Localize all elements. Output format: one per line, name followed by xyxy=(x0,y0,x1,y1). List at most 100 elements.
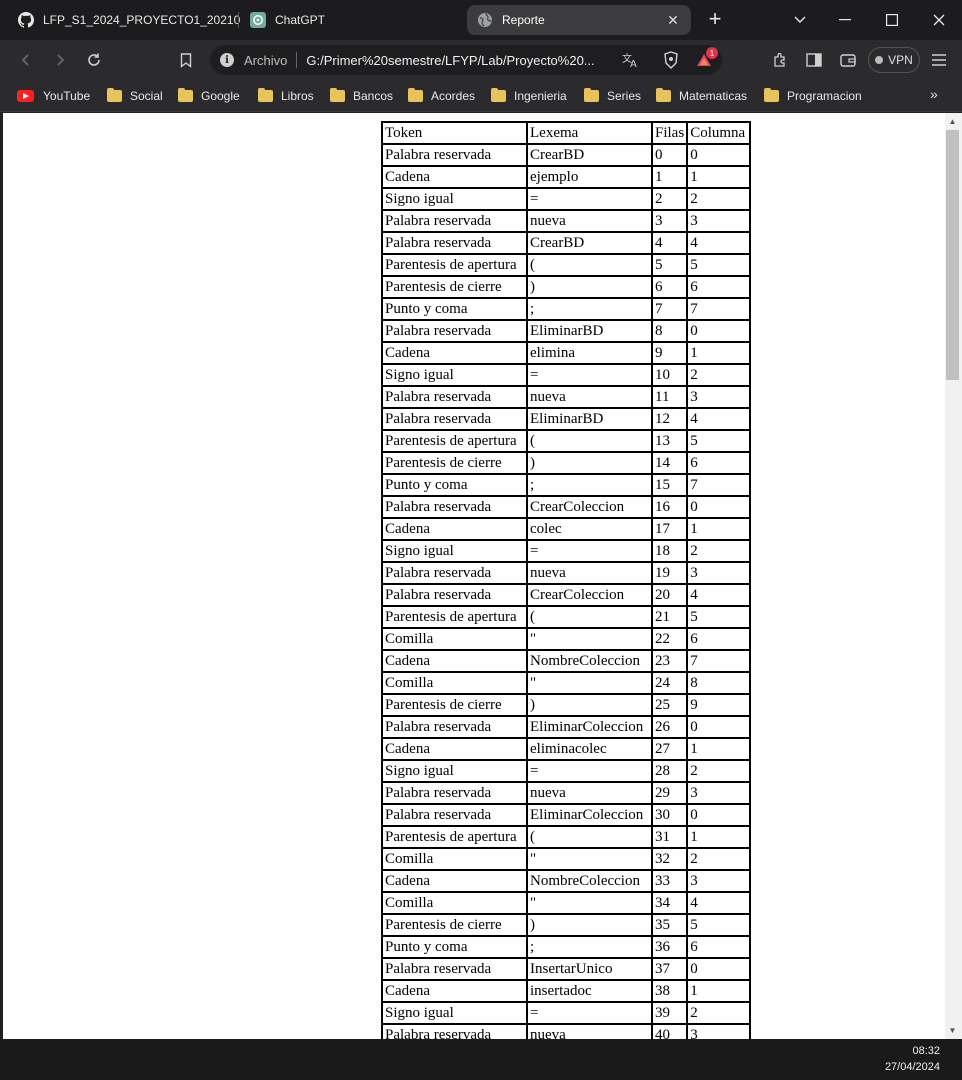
system-clock[interactable]: 08:32 27/04/2024 xyxy=(885,1043,940,1075)
cell-columna: 6 xyxy=(688,453,752,475)
cell-token: Palabra reservada xyxy=(383,1025,528,1039)
bookmark-icon[interactable] xyxy=(174,48,198,72)
cell-token: Cadena xyxy=(383,739,528,761)
cell-fila: 39 xyxy=(653,1003,689,1025)
cell-lexema: = xyxy=(528,761,653,783)
cell-fila: 25 xyxy=(653,695,689,717)
cell-columna: 3 xyxy=(688,211,752,233)
new-tab-button[interactable]: + xyxy=(703,8,727,32)
cell-token: Palabra reservada xyxy=(383,321,528,343)
cell-lexema: eliminacolec xyxy=(528,739,653,761)
scroll-up-arrow-icon[interactable]: ▲ xyxy=(945,114,960,129)
info-icon[interactable]: i xyxy=(220,53,234,67)
cell-columna: 0 xyxy=(688,959,752,981)
maximize-button[interactable] xyxy=(877,8,907,32)
cell-columna: 4 xyxy=(688,233,752,255)
title-bar: LFP_S1_2024_PROYECTO1_2021000 ChatGPT Re… xyxy=(0,0,962,40)
cell-columna: 6 xyxy=(688,277,752,299)
cell-token: Parentesis de apertura xyxy=(383,431,528,453)
cell-lexema: CrearBD xyxy=(528,145,653,167)
cell-columna: 6 xyxy=(688,629,752,651)
table-row: Punto y coma; 15 7 xyxy=(383,475,752,497)
cell-lexema: elimina xyxy=(528,343,653,365)
cell-lexema: ( xyxy=(528,431,653,453)
cell-lexema: EliminarBD xyxy=(528,321,653,343)
cell-columna: 2 xyxy=(688,849,752,871)
header-filas: Filas xyxy=(653,123,689,145)
vpn-button[interactable]: VPN xyxy=(868,47,920,73)
forward-arrow-icon[interactable] xyxy=(48,48,72,72)
bookmark-ingenieria[interactable]: Ingenieria xyxy=(491,87,567,105)
cell-fila: 6 xyxy=(653,277,689,299)
table-row: Cadena ejemplo 1 1 xyxy=(383,167,752,189)
scroll-down-arrow-icon[interactable]: ▼ xyxy=(945,1023,960,1038)
table-row: Palabra reservada nueva 29 3 xyxy=(383,783,752,805)
cell-columna: 3 xyxy=(688,563,752,585)
cell-fila: 9 xyxy=(653,343,689,365)
minimize-button[interactable] xyxy=(830,8,860,32)
reload-icon[interactable] xyxy=(82,48,106,72)
cell-fila: 7 xyxy=(653,299,689,321)
vpn-label: VPN xyxy=(888,53,913,67)
cell-columna: 1 xyxy=(688,343,752,365)
bookmark-programacion[interactable]: Programacion xyxy=(764,87,862,105)
cell-fila: 27 xyxy=(653,739,689,761)
table-row: Palabra reservada nueva 11 3 xyxy=(383,387,752,409)
table-row: Cadena NombreColeccion 23 7 xyxy=(383,651,752,673)
bookmark-google[interactable]: Google xyxy=(178,87,240,105)
wallet-icon[interactable] xyxy=(836,48,860,72)
tab-github[interactable]: LFP_S1_2024_PROYECTO1_2021000 xyxy=(8,5,240,35)
tab-chatgpt[interactable]: ChatGPT xyxy=(240,5,360,35)
bookmark-libros[interactable]: Libros xyxy=(258,87,314,105)
more-bookmarks-icon[interactable]: » xyxy=(930,86,938,102)
translate-icon[interactable]: 文A xyxy=(619,48,643,72)
rewards-badge: 1 xyxy=(706,47,718,59)
brave-shields-icon[interactable] xyxy=(659,48,683,72)
cell-columna: 5 xyxy=(688,255,752,277)
close-window-button[interactable] xyxy=(924,8,954,32)
address-bar[interactable]: i Archivo G:/Primer%20semestre/LFYP/Lab/… xyxy=(210,45,722,75)
address-divider xyxy=(296,52,298,68)
table-row: Palabra reservada CrearColeccion 16 0 xyxy=(383,497,752,519)
chatgpt-icon xyxy=(250,12,266,28)
cell-lexema: ; xyxy=(528,299,653,321)
cell-fila: 5 xyxy=(653,255,689,277)
cell-lexema: ) xyxy=(528,277,653,299)
table-row: Cadena insertadoc 38 1 xyxy=(383,981,752,1003)
table-row: Palabra reservada EliminarBD 8 0 xyxy=(383,321,752,343)
table-row: Cadena elimina 9 1 xyxy=(383,343,752,365)
extensions-icon[interactable] xyxy=(768,48,792,72)
cell-fila: 4 xyxy=(653,233,689,255)
table-header-row: Token Lexema Filas Columna xyxy=(383,123,752,145)
bookmark-youtube[interactable]: YouTube xyxy=(17,87,90,105)
sidebar-icon[interactable] xyxy=(802,48,826,72)
bookmark-label: YouTube xyxy=(43,89,91,103)
address-url[interactable]: G:/Primer%20semestre/LFYP/Lab/Proyecto%2… xyxy=(306,53,608,68)
vertical-scrollbar[interactable]: ▲ ▼ xyxy=(945,113,962,1039)
bookmark-social[interactable]: Social xyxy=(107,87,163,105)
table-row: Parentesis de apertura(13 5 xyxy=(383,431,752,453)
bookmark-bancos[interactable]: Bancos xyxy=(330,87,393,105)
cell-token: Signo igual xyxy=(383,189,528,211)
scrollbar-thumb[interactable] xyxy=(946,130,959,380)
bookmark-acordes[interactable]: Acordes xyxy=(408,87,475,105)
menu-icon[interactable] xyxy=(927,48,951,72)
cell-lexema: ) xyxy=(528,453,653,475)
cell-lexema: ejemplo xyxy=(528,167,653,189)
back-arrow-icon[interactable] xyxy=(14,48,38,72)
brave-rewards-icon[interactable]: 1 xyxy=(693,47,718,72)
tab-reporte[interactable]: Reporte ✕ xyxy=(467,5,691,35)
cell-columna: 2 xyxy=(688,1003,752,1025)
bookmark-label: Libros xyxy=(281,89,314,103)
table-row: Parentesis de apertura(31 1 xyxy=(383,827,752,849)
close-tab-icon[interactable]: ✕ xyxy=(665,12,681,28)
cell-columna: 0 xyxy=(688,805,752,827)
bookmark-series[interactable]: Series xyxy=(584,87,641,105)
cell-fila: 30 xyxy=(653,805,689,827)
tab-search-chevron-icon[interactable] xyxy=(785,8,815,32)
table-row: Palabra reservada InsertarUnico 37 0 xyxy=(383,959,752,981)
cell-lexema: NombreColeccion xyxy=(528,871,653,893)
cell-columna: 0 xyxy=(688,717,752,739)
cell-token: Parentesis de cierre xyxy=(383,453,528,475)
bookmark-matematicas[interactable]: Matematicas xyxy=(656,87,747,105)
